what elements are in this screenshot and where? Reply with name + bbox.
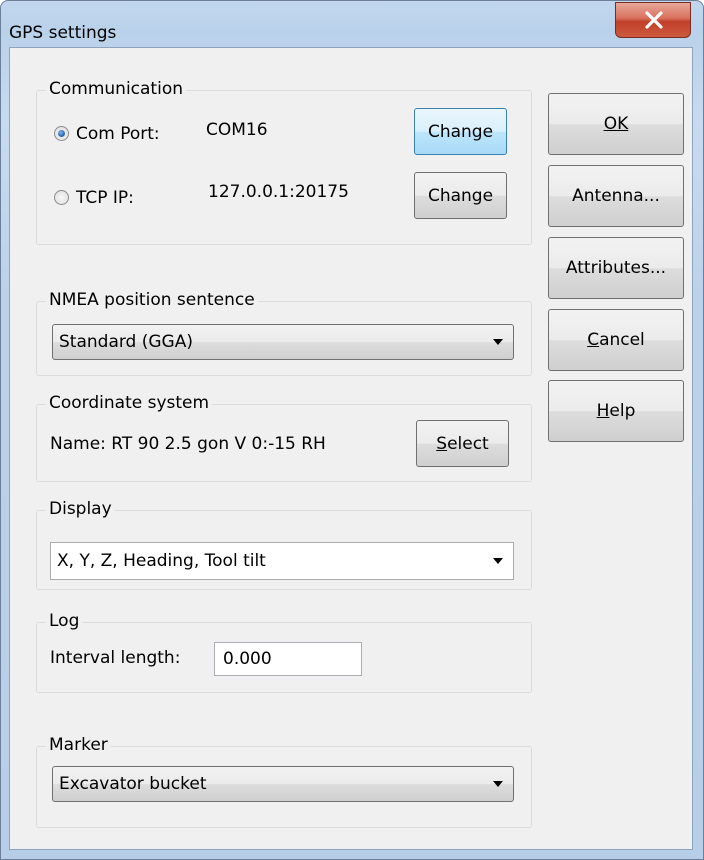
interval-length-label: Interval length: [50,648,181,668]
marker-label: Marker [46,735,111,755]
nmea-selected-value: Standard (GGA) [59,332,193,352]
tcp-ip-change-button[interactable]: Change [414,172,507,219]
display-selected-value: X, Y, Z, Heading, Tool tilt [57,551,266,571]
dialog-client-area: Communication Com Port: COM16 Change TCP… [9,47,693,850]
coordinate-system-name: Name: RT 90 2.5 gon V 0:-15 RH [50,434,326,454]
log-label: Log [46,611,83,631]
coordinate-system-label: Coordinate system [46,393,213,413]
tcp-ip-label: TCP IP: [76,188,134,208]
interval-length-input[interactable]: 0.000 [214,642,362,676]
com-port-label: Com Port: [76,124,160,144]
gps-settings-window: GPS settings Communication Com Port: COM… [0,0,704,860]
chevron-down-icon [493,558,503,564]
antenna-button[interactable]: Antenna... [548,165,684,227]
window-title: GPS settings [9,23,117,43]
tcp-ip-value: 127.0.0.1:20175 [208,182,349,202]
marker-selected-value: Excavator bucket [59,774,207,794]
select-button-label: Select [436,433,489,454]
interval-length-value: 0.000 [223,649,272,669]
chevron-down-icon [493,781,503,787]
display-label: Display [46,499,115,519]
com-port-value: COM16 [206,120,268,140]
close-button[interactable] [615,2,691,38]
ok-button[interactable]: OK [548,93,684,155]
nmea-sentence-dropdown[interactable]: Standard (GGA) [52,324,514,360]
tcp-ip-radio[interactable] [54,190,69,205]
attributes-button[interactable]: Attributes... [548,237,684,299]
ok-button-label: OK [603,114,629,134]
com-port-radio[interactable] [54,126,69,141]
com-port-change-button[interactable]: Change [414,108,507,155]
marker-dropdown[interactable]: Excavator bucket [52,766,514,802]
cancel-button-label: Cancel [587,330,645,350]
coordinate-system-select-button[interactable]: Select [416,420,509,467]
display-dropdown[interactable]: X, Y, Z, Heading, Tool tilt [50,542,514,580]
nmea-label: NMEA position sentence [46,290,258,310]
communication-label: Communication [46,79,186,99]
help-button-label: Help [596,401,636,421]
cancel-button[interactable]: Cancel [548,309,684,371]
help-button[interactable]: Help [548,380,684,442]
title-bar[interactable]: GPS settings [1,1,703,47]
close-icon [645,11,663,29]
chevron-down-icon [493,339,503,345]
